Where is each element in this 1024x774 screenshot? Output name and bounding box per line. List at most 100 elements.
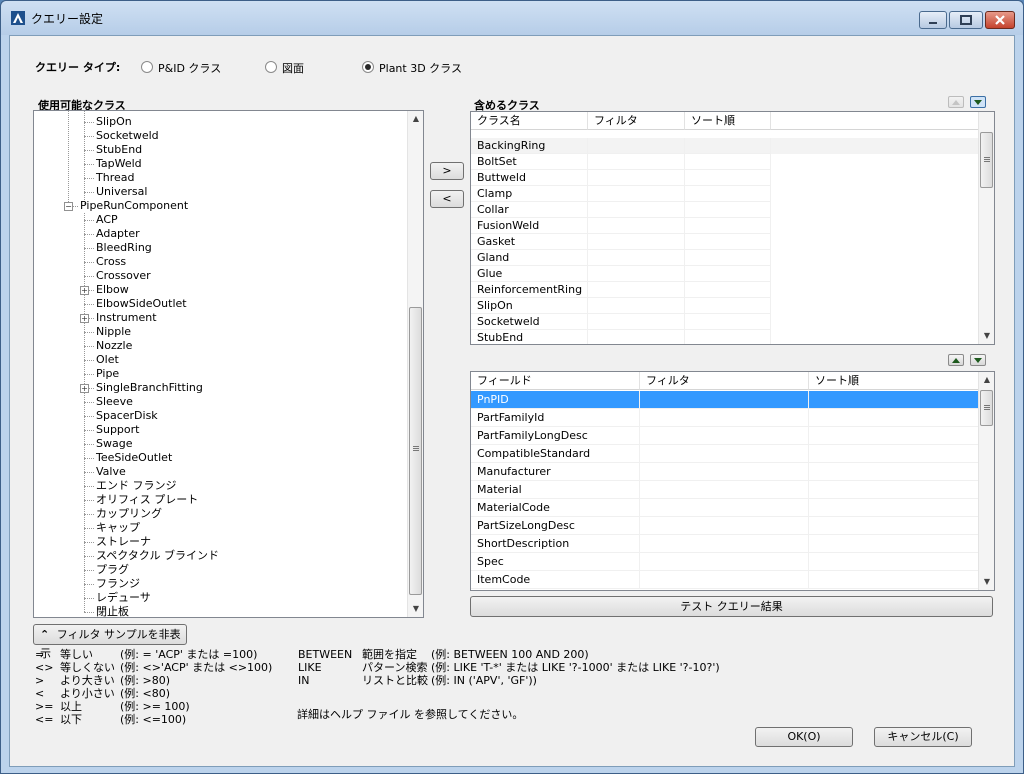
- field-filter-cell[interactable]: [640, 391, 809, 409]
- table-row[interactable]: PartFamilyId: [471, 409, 979, 427]
- remove-class-button[interactable]: <: [430, 190, 464, 208]
- filter-cell[interactable]: [588, 250, 685, 266]
- field-name-cell[interactable]: PnPID: [471, 391, 640, 409]
- filter-cell[interactable]: [588, 170, 685, 186]
- class-name-cell[interactable]: ReinforcementRing: [471, 282, 588, 298]
- tree-item[interactable]: Cross: [96, 255, 126, 269]
- column-header-field-sort[interactable]: ソート順: [809, 372, 979, 390]
- expand-icon[interactable]: +: [80, 384, 89, 393]
- table-row[interactable]: SlipOn: [471, 298, 979, 314]
- table-row[interactable]: Glue: [471, 266, 979, 282]
- tree-item[interactable]: TeeSideOutlet: [96, 451, 172, 465]
- filter-cell[interactable]: [588, 234, 685, 250]
- tree-item[interactable]: ストレーナ: [96, 535, 151, 549]
- table-row[interactable]: Spec: [471, 553, 979, 571]
- field-filter-cell[interactable]: [640, 571, 809, 589]
- field-filter-cell[interactable]: [640, 445, 809, 463]
- column-header-field-filter[interactable]: フィルタ: [640, 372, 809, 390]
- class-name-cell[interactable]: Gland: [471, 250, 588, 266]
- class-name-cell[interactable]: BackingRing: [471, 138, 588, 154]
- field-sort-cell[interactable]: [809, 463, 979, 481]
- tree-item[interactable]: Nozzle: [96, 339, 132, 353]
- table-row[interactable]: MaterialCode: [471, 499, 979, 517]
- filter-cell[interactable]: [588, 202, 685, 218]
- field-filter-cell[interactable]: [640, 481, 809, 499]
- expand-icon[interactable]: +: [80, 314, 89, 323]
- scroll-thumb[interactable]: [409, 307, 422, 595]
- class-name-cell[interactable]: SlipOn: [471, 298, 588, 314]
- field-filter-cell[interactable]: [640, 535, 809, 553]
- field-filter-cell[interactable]: [640, 427, 809, 445]
- tree-item[interactable]: Support: [96, 423, 139, 437]
- included-classes-table[interactable]: クラス名 フィルタ ソート順 BackingRing BoltSet Buttwel…: [470, 111, 995, 345]
- filter-cell[interactable]: [588, 298, 685, 314]
- tree-item[interactable]: カップリング: [96, 507, 162, 521]
- sort-cell[interactable]: [685, 138, 771, 154]
- radio-plant3d-class[interactable]: [362, 61, 374, 73]
- collapse-icon[interactable]: −: [64, 202, 73, 211]
- included-scroll-down-icon[interactable]: ▼: [979, 328, 994, 344]
- tree-scrollbar[interactable]: ▲ ▼: [407, 111, 423, 617]
- field-sort-cell[interactable]: [809, 391, 979, 409]
- tree-item[interactable]: TapWeld: [96, 157, 142, 171]
- column-header-sort-order[interactable]: ソート順: [685, 112, 771, 130]
- column-header-field[interactable]: フィールド: [471, 372, 640, 390]
- table-row[interactable]: Gasket: [471, 234, 979, 250]
- field-sort-cell[interactable]: [809, 481, 979, 499]
- tree-item[interactable]: キャップ: [96, 521, 140, 535]
- tree-item[interactable]: PipeRunComponent: [80, 199, 188, 213]
- table-row[interactable]: PnPID: [471, 391, 979, 409]
- tree-item[interactable]: StubEnd: [96, 143, 142, 157]
- minimize-button[interactable]: [919, 11, 947, 29]
- tree-item[interactable]: Thread: [96, 171, 134, 185]
- sort-cell[interactable]: [685, 170, 771, 186]
- field-sort-cell[interactable]: [809, 409, 979, 427]
- table-row[interactable]: Clamp: [471, 186, 979, 202]
- tree-item[interactable]: ElbowSideOutlet: [96, 297, 187, 311]
- cancel-button[interactable]: キャンセル(C): [874, 727, 972, 747]
- table-row[interactable]: Manufacturer: [471, 463, 979, 481]
- table-row[interactable]: BackingRing: [471, 138, 979, 154]
- field-name-cell[interactable]: PartFamilyId: [471, 409, 640, 427]
- tree-item[interactable]: スペクタクル ブラインド: [96, 549, 219, 563]
- tree-item[interactable]: Pipe: [96, 367, 119, 381]
- field-name-cell[interactable]: Material: [471, 481, 640, 499]
- field-name-cell[interactable]: PartSizeLongDesc: [471, 517, 640, 535]
- field-filter-cell[interactable]: [640, 517, 809, 535]
- sort-cell[interactable]: [685, 282, 771, 298]
- field-name-cell[interactable]: ItemCode: [471, 571, 640, 589]
- field-filter-cell[interactable]: [640, 409, 809, 427]
- radio-drawing-label[interactable]: 図面: [282, 60, 304, 76]
- tree-item[interactable]: プラグ: [96, 563, 129, 577]
- tree-item[interactable]: ACP: [96, 213, 118, 227]
- tree-item[interactable]: BleedRing: [96, 241, 152, 255]
- tree-item[interactable]: Socketweld: [96, 129, 159, 143]
- tree-item[interactable]: Elbow: [96, 283, 129, 297]
- field-sort-cell[interactable]: [809, 535, 979, 553]
- tree-item[interactable]: Adapter: [96, 227, 140, 241]
- class-name-cell[interactable]: StubEnd: [471, 330, 588, 344]
- filter-cell[interactable]: [588, 330, 685, 344]
- field-sort-cell[interactable]: [809, 445, 979, 463]
- radio-plant3d-class-label[interactable]: Plant 3D クラス: [379, 60, 462, 76]
- title-bar[interactable]: クエリー設定: [1, 1, 1023, 35]
- field-move-down-button[interactable]: [970, 354, 986, 366]
- tree-item[interactable]: 閉止板: [96, 605, 129, 617]
- tree-item[interactable]: エンド フランジ: [96, 479, 177, 493]
- scroll-up-icon[interactable]: ▲: [408, 111, 423, 127]
- expand-icon[interactable]: +: [80, 286, 89, 295]
- sort-cell[interactable]: [685, 314, 771, 330]
- class-name-cell[interactable]: BoltSet: [471, 154, 588, 170]
- filter-cell[interactable]: [588, 186, 685, 202]
- close-button[interactable]: [985, 11, 1015, 29]
- sort-cell[interactable]: [685, 298, 771, 314]
- fields-scroll-down-icon[interactable]: ▼: [979, 574, 994, 590]
- class-name-cell[interactable]: Clamp: [471, 186, 588, 202]
- field-name-cell[interactable]: Manufacturer: [471, 463, 640, 481]
- sort-cell[interactable]: [685, 186, 771, 202]
- move-down-button[interactable]: [970, 96, 986, 108]
- add-class-button[interactable]: >: [430, 162, 464, 180]
- fields-scrollbar[interactable]: ▲ ▼: [978, 372, 994, 590]
- class-name-cell[interactable]: Socketweld: [471, 314, 588, 330]
- class-name-cell[interactable]: Collar: [471, 202, 588, 218]
